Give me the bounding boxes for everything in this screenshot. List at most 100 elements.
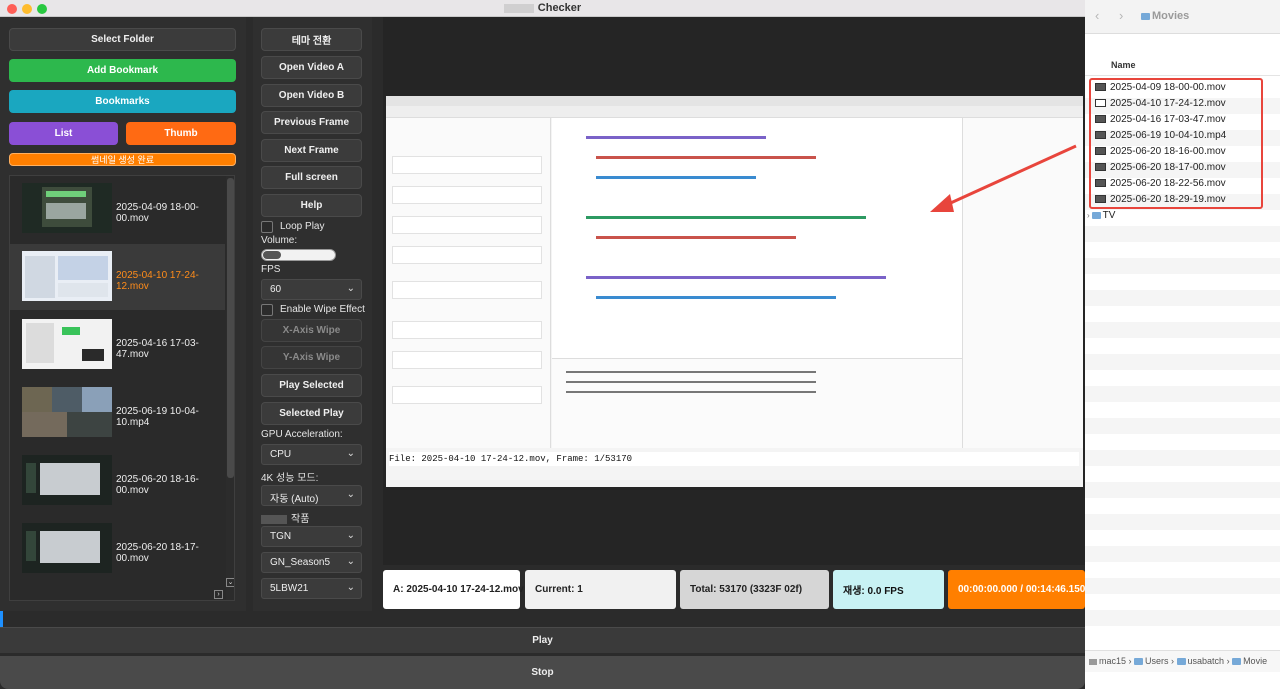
fullscreen-button[interactable]: Full screen [261,166,362,189]
file-name: 2025-04-10 17-24-12.mov [116,270,199,292]
list-item[interactable]: 2025-06-20 18-17-00.mov [10,516,225,582]
work-select[interactable]: TGN ⌄ [261,526,362,547]
fps-select[interactable]: 60 ⌄ [261,279,362,300]
status-label: 썸네일 생성 완료 [9,153,236,166]
fps-status: 재생: 0.0 FPS [833,570,944,609]
list-item[interactable]: 2025-04-09 18-00-00.mov [10,176,225,242]
help-button[interactable]: Help [261,194,362,217]
gpu-value: CPU [270,449,292,460]
status-row: A: 2025-04-10 17-24-12.mov Current: 1 To… [383,570,1085,610]
folder-icon [1232,658,1242,666]
fps-value: 60 [270,284,282,295]
path-bar: mac15 › Users › usabatch › Movie [1085,650,1280,672]
chevron-down-icon: ⌄ [346,582,355,593]
total-frames-status: Total: 53170 (3323F 02f) [680,570,829,609]
gpu-label: GPU Acceleration: [261,429,343,440]
chevron-down-icon: ⌄ [346,556,355,567]
path-item[interactable]: mac15 [1099,656,1126,666]
video-thumbnail [22,455,112,505]
wipe-effect-label: Enable Wipe Effect [280,304,365,315]
finder-title: Movies [1141,10,1189,22]
disk-icon [1089,658,1097,665]
perf-mode-select[interactable]: 자동 (Auto) ⌄ [261,485,362,506]
video-thumbnail [22,251,112,301]
play-button[interactable]: Play [0,627,1085,653]
season-value: GN_Season5 [270,557,331,568]
list-item[interactable]: 2025-04-10 17-24-12.mov [10,244,225,310]
previous-frame-button[interactable]: Previous Frame [261,111,362,134]
volume-label: Volume: [261,235,298,246]
list-item[interactable]: 2025-04-16 17-03-47.mov [10,312,225,378]
season-select[interactable]: GN_Season5 ⌄ [261,552,362,573]
video-thumbnail [22,183,112,233]
y-axis-wipe-button[interactable]: Y-Axis Wipe [261,346,362,369]
folder-icon [1141,12,1150,20]
stop-button[interactable]: Stop [0,656,1085,689]
checker-window: Checker Select Folder Add Bookmark Bookm… [0,0,1085,689]
fps-label: FPS [261,264,281,275]
finder-folder-row[interactable]: › TV [1087,210,1267,226]
file-name: 2025-06-19 10-04-10.mp4 [116,406,199,428]
list-scrollbar[interactable] [226,176,234,600]
forward-icon[interactable]: › [1119,8,1123,23]
loop-play-label: Loop Play [280,221,325,232]
red-arrow-annotation [930,144,1077,212]
playback-progress[interactable] [0,611,1085,627]
path-item[interactable]: Movie [1243,656,1267,666]
next-frame-button[interactable]: Next Frame [261,139,362,162]
thumbnail-list[interactable]: 2025-04-09 18-00-00.mov 2025-04-10 17-24… [9,175,235,601]
chevron-down-icon: ⌄ [346,530,355,541]
video-display[interactable]: File: 2025-04-10 17-24-12.mov, Frame: 1/… [383,17,1085,565]
list-item[interactable]: 2025-06-20 18-16-00.mov [10,448,225,514]
file-name: 2025-04-09 18-00-00.mov [116,202,199,224]
frame-info-overlay: File: 2025-04-10 17-24-12.mov, Frame: 1/… [389,452,1079,466]
list-item[interactable]: 2025-06-19 10-04-10.mp4 [10,380,225,446]
volume-slider[interactable] [261,249,336,261]
add-bookmark-button[interactable]: Add Bookmark [9,59,236,82]
wipe-effect-checkbox[interactable] [261,304,273,316]
scroll-right-icon[interactable]: › [214,590,223,599]
disclosure-icon[interactable]: › [1087,211,1090,220]
folder-icon [1091,211,1101,219]
episode-select[interactable]: 5LBW21 ⌄ [261,578,362,599]
video-frame: File: 2025-04-10 17-24-12.mov, Frame: 1/… [386,96,1083,487]
title-bar: Checker [0,0,1085,17]
volume-slider-fill [263,251,281,259]
file-name: 2025-06-20 18-17-00.mov [116,542,199,564]
theme-toggle-button[interactable]: 테마 전환 [261,28,362,51]
path-item[interactable]: usabatch [1188,656,1225,666]
open-video-a-button[interactable]: Open Video A [261,56,362,79]
open-video-b-button[interactable]: Open Video B [261,84,362,107]
loop-play-checkbox[interactable] [261,221,273,233]
current-frame-status: Current: 1 [525,570,676,609]
controls-panel: 테마 전환 Open Video A Open Video B Previous… [253,17,372,611]
perf-mode-label: 4K 성능 모드: [261,473,319,484]
window-title: Checker [0,2,1085,14]
finder-toolbar: ‹ › Movies [1085,0,1280,34]
folder-icon [1176,658,1186,666]
video-thumbnail [22,319,112,369]
scrollbar-thumb[interactable] [227,178,234,478]
episode-value: 5LBW21 [270,583,309,594]
select-folder-button[interactable]: Select Folder [9,28,236,51]
list-view-button[interactable]: List [9,122,118,145]
highlight-box [1089,78,1263,209]
scroll-down-icon[interactable]: ⌄ [226,578,234,587]
video-thumbnail [22,387,112,437]
thumb-view-button[interactable]: Thumb [126,122,236,145]
chevron-down-icon: ⌄ [346,283,355,294]
play-selected-button[interactable]: Play Selected [261,374,362,397]
file-status: A: 2025-04-10 17-24-12.mov [383,570,524,609]
file-name: 2025-04-16 17-03-47.mov [116,338,199,360]
file-browser-panel: Select Folder Add Bookmark Bookmarks Lis… [0,17,246,611]
time-status: 00:00:00.000 / 00:14:46.150 [948,570,1085,609]
x-axis-wipe-button[interactable]: X-Axis Wipe [261,319,362,342]
back-icon[interactable]: ‹ [1095,8,1099,23]
column-header-name[interactable]: Name [1085,60,1280,76]
selected-play-button[interactable]: Selected Play [261,402,362,425]
bookmarks-button[interactable]: Bookmarks [9,90,236,113]
chevron-down-icon: ⌄ [346,489,355,500]
path-item[interactable]: Users [1145,656,1169,666]
gpu-select[interactable]: CPU ⌄ [261,444,362,465]
file-name: 2025-06-20 18-16-00.mov [116,474,199,496]
